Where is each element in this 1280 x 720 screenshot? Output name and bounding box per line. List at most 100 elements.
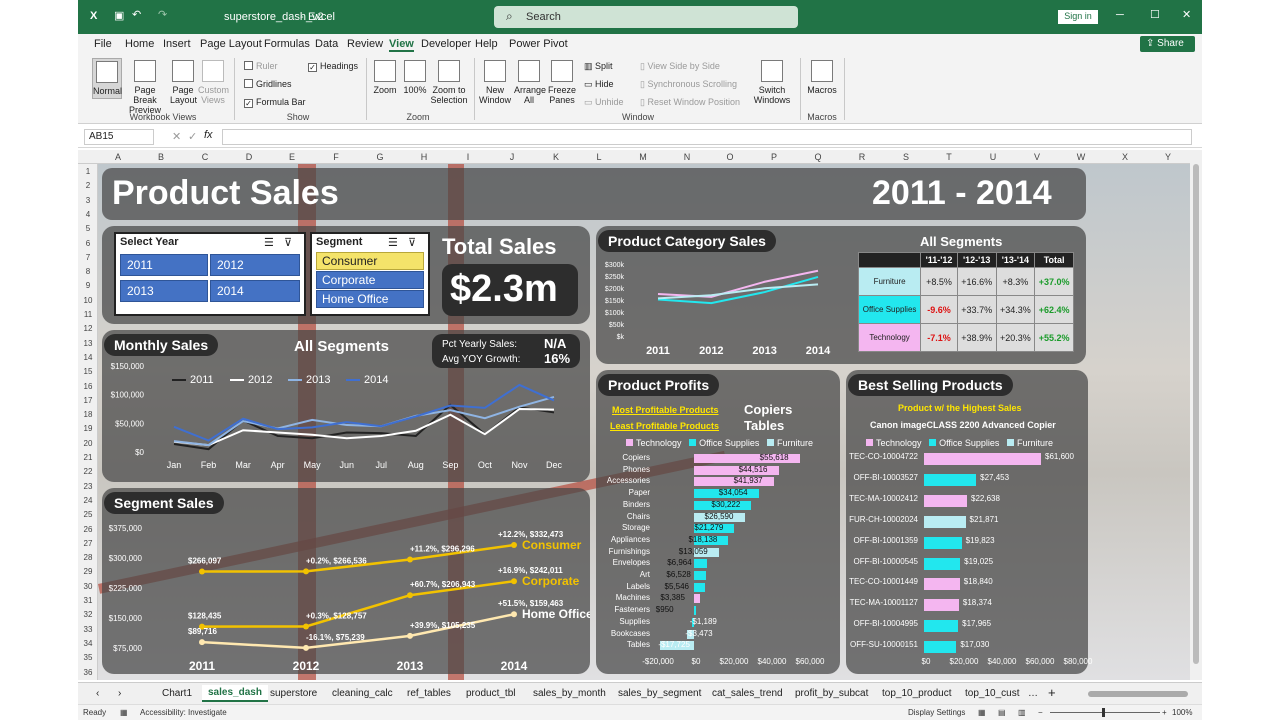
custom-views-button[interactable]: Custom Views	[198, 60, 229, 105]
dashboard-sheet[interactable]: Product Sales 2011 - 2014 Select Year ☰ …	[98, 164, 1190, 680]
add-sheet-icon[interactable]: +	[1048, 685, 1056, 700]
menu-developer[interactable]: Developer	[421, 38, 471, 50]
minimize-icon[interactable]: ─	[1116, 9, 1124, 21]
formula-bar-checkbox[interactable]: ✓ Formula Bar	[244, 97, 306, 108]
year-2014-button[interactable]: 2014	[210, 280, 300, 302]
switch-windows-button[interactable]: Switch Windows	[750, 60, 794, 105]
page-layout-status-icon[interactable]: ▤	[998, 708, 1006, 717]
tab-top-10-cust[interactable]: top_10_cust	[965, 688, 1020, 699]
next-sheet-icon[interactable]: ›	[118, 688, 121, 699]
menu-data[interactable]: Data	[315, 38, 338, 50]
vertical-scrollbar[interactable]	[1190, 150, 1202, 680]
maximize-icon[interactable]: ☐	[1150, 8, 1160, 21]
excel-logo-icon: X	[90, 10, 98, 22]
menu-home[interactable]: Home	[125, 38, 154, 50]
tab-product-tbl[interactable]: product_tbl	[466, 688, 515, 699]
menu-insert[interactable]: Insert	[163, 38, 191, 50]
zoom-slider-thumb[interactable]	[1102, 708, 1105, 717]
zoom-slider[interactable]	[1050, 712, 1160, 713]
confirm-formula-icon[interactable]: ✓	[188, 130, 197, 143]
zoom-button[interactable]: Zoom	[372, 60, 398, 95]
normal-view-button[interactable]: Normal	[92, 58, 122, 99]
gridlines-checkbox[interactable]: Gridlines	[244, 79, 292, 89]
ruler-checkbox[interactable]: Ruler	[244, 61, 278, 71]
segment-home-office-button[interactable]: Home Office	[316, 290, 424, 308]
save-icon[interactable]: ▣	[114, 9, 124, 22]
year-2013-button[interactable]: 2013	[120, 280, 208, 302]
tab-cat-sales-trend[interactable]: cat_sales_trend	[712, 688, 783, 699]
close-icon[interactable]: ✕	[1182, 8, 1191, 21]
x-tick-label: $60,000	[795, 657, 825, 666]
normal-view-status-icon[interactable]: ▦	[978, 708, 986, 717]
accessibility-status[interactable]: Accessibility: Investigate	[140, 708, 227, 717]
tab-sales-by-month[interactable]: sales_by_month	[533, 688, 606, 699]
search-input[interactable]: ⌕ Search	[494, 6, 798, 28]
split-button[interactable]: ▥ Split	[584, 61, 613, 72]
tab-ref-tables[interactable]: ref_tables	[407, 688, 451, 699]
page-layout-button[interactable]: Page Layout	[170, 60, 197, 105]
segment-slicer: Segment ☰ ⊽ Consumer Corporate Home Offi…	[310, 232, 430, 316]
menu-review[interactable]: Review	[347, 38, 383, 50]
data-label: +11.2%, $296,296	[410, 544, 475, 553]
menu-file[interactable]: File	[94, 38, 112, 50]
clear-filter-icon[interactable]: ⊽	[284, 236, 292, 249]
page-break-preview-button[interactable]: Page Break Preview	[124, 60, 166, 115]
bar	[694, 594, 701, 604]
vertical-scroll-thumb[interactable]	[1193, 164, 1199, 664]
menu-power-pivot[interactable]: Power Pivot	[509, 38, 568, 50]
zoom-level[interactable]: 100%	[1172, 708, 1192, 717]
multi-select-icon[interactable]: ☰	[264, 236, 274, 249]
tab-superstore[interactable]: superstore	[270, 688, 317, 699]
view-side-by-side-button[interactable]: ▯ View Side by Side	[640, 61, 720, 72]
arrange-all-button[interactable]: Arrange All	[514, 60, 546, 105]
sign-in-button[interactable]: Sign in	[1058, 10, 1098, 24]
cancel-formula-icon[interactable]: ✕	[172, 130, 181, 143]
zoom-in-icon[interactable]: +	[1162, 708, 1167, 717]
segment-multi-select-icon[interactable]: ☰	[388, 236, 398, 249]
name-box[interactable]: AB15	[84, 129, 154, 145]
menu-help[interactable]: Help	[475, 38, 498, 50]
tab-top-10-product[interactable]: top_10_product	[882, 688, 952, 699]
zoom-100-button[interactable]: 100%	[402, 60, 428, 95]
redo-icon[interactable]: ↷	[158, 8, 167, 21]
row-header: 34	[83, 638, 93, 648]
macro-record-icon[interactable]: ▦	[120, 708, 128, 717]
category-label: TEC-MA-10001127	[849, 598, 918, 608]
menu-view[interactable]: View	[389, 38, 414, 52]
display-settings-button[interactable]: Display Settings	[908, 708, 965, 717]
row-header: 35	[83, 653, 93, 663]
best-selling-legend: Technology Office Supplies Furniture	[866, 438, 1053, 448]
zoom-to-selection-button[interactable]: Zoom to Selection	[430, 60, 468, 105]
headings-checkbox[interactable]: ✓ Headings	[308, 61, 358, 72]
prev-sheet-icon[interactable]: ‹	[96, 688, 99, 699]
segment-corporate-button[interactable]: Corporate	[316, 271, 424, 289]
x-tick-label: Dec	[546, 460, 563, 470]
zoom-out-icon[interactable]: −	[1038, 708, 1043, 717]
function-icon[interactable]: fx	[204, 129, 213, 141]
synchronous-scrolling-button[interactable]: ▯ Synchronous Scrolling	[640, 79, 737, 90]
year-2011-button[interactable]: 2011	[120, 254, 208, 276]
page-break-status-icon[interactable]: ▥	[1018, 708, 1026, 717]
menu-page-layout[interactable]: Page Layout	[200, 38, 262, 50]
share-button[interactable]: ⇪ Share	[1140, 36, 1195, 52]
year-2012-button[interactable]: 2012	[210, 254, 300, 276]
tab-sales-by-segment[interactable]: sales_by_segment	[618, 688, 701, 699]
segment-consumer-button[interactable]: Consumer	[316, 252, 424, 270]
row-header: 17	[83, 395, 93, 405]
undo-icon[interactable]: ↶	[132, 8, 141, 21]
macros-button[interactable]: Macros	[806, 60, 838, 95]
tab-chart1[interactable]: Chart1	[162, 688, 192, 699]
horizontal-scroll-thumb[interactable]	[1088, 691, 1188, 697]
freeze-panes-button[interactable]: Freeze Panes	[546, 60, 578, 105]
tab-sales-dash[interactable]: sales_dash	[202, 685, 268, 702]
tab-profit-by-subcat[interactable]: profit_by_subcat	[795, 688, 868, 699]
unhide-button[interactable]: ▭ Unhide	[584, 97, 624, 108]
formula-input[interactable]	[222, 129, 1192, 145]
new-window-button[interactable]: New Window	[478, 60, 512, 105]
bar-value-label: $950	[655, 605, 674, 615]
tab-cleaning-calc[interactable]: cleaning_calc	[332, 688, 393, 699]
reset-window-position-button[interactable]: ▯ Reset Window Position	[640, 97, 740, 108]
segment-clear-filter-icon[interactable]: ⊽	[408, 236, 416, 249]
hide-button[interactable]: ▭ Hide	[584, 79, 614, 90]
menu-formulas[interactable]: Formulas	[264, 38, 310, 50]
